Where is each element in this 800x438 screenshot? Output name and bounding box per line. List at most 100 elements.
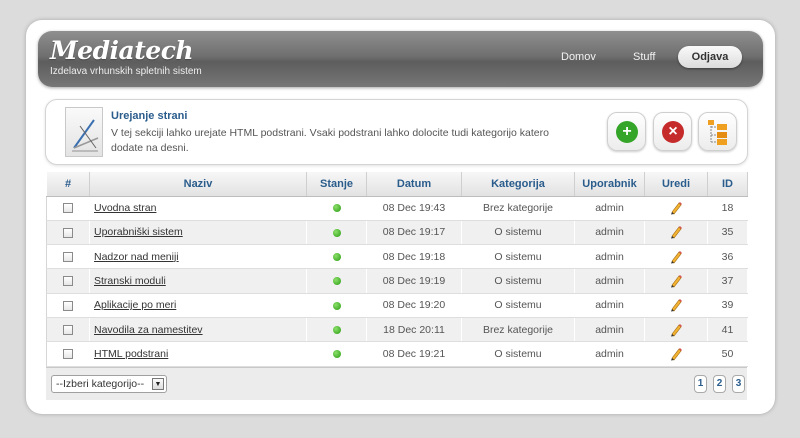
page-name-link[interactable]: Nadzor nad meniji	[94, 251, 179, 263]
row-category-cell: O sistemu	[461, 268, 575, 294]
page-1-link[interactable]: 1	[694, 375, 707, 393]
row-status-cell	[306, 196, 367, 221]
row-user-cell: admin	[574, 341, 645, 367]
row-id-cell: 39	[707, 293, 748, 318]
chevron-down-icon: ▼	[152, 378, 164, 390]
row-status-cell	[306, 317, 367, 343]
pages-table: # Naziv Stanje Datum Kategorija Uporabni…	[46, 172, 748, 400]
row-edit-cell	[644, 196, 708, 221]
table-row: HTML podstrani 08 Dec 19:21 O sistemu admin…	[46, 341, 748, 367]
col-name-header[interactable]: Naziv	[89, 172, 307, 197]
status-active-icon	[332, 204, 341, 213]
row-user-cell: admin	[574, 196, 645, 221]
row-status-cell	[306, 220, 367, 246]
table-header-row: # Naziv Stanje Datum Kategorija Uporabni…	[46, 172, 748, 197]
row-checkbox[interactable]	[63, 300, 73, 311]
logout-button[interactable]: Odjava	[678, 46, 742, 68]
info-title: Urejanje strani	[111, 110, 188, 122]
category-select[interactable]: --Izberi kategorijo-- ▼	[51, 375, 167, 393]
table-row: Stranski moduli 08 Dec 19:19 O sistemu admi…	[46, 268, 748, 294]
page-name-link[interactable]: Navodila za namestitev	[94, 324, 203, 336]
row-select-cell	[46, 244, 90, 270]
pencil-edit-icon[interactable]	[669, 298, 683, 312]
page-name-link[interactable]: Stranski moduli	[94, 275, 166, 287]
row-edit-cell	[644, 317, 708, 343]
row-date-cell: 08 Dec 19:20	[366, 293, 462, 318]
status-active-icon	[332, 350, 341, 359]
logo[interactable]: Mediatech	[50, 36, 194, 65]
row-user-cell: admin	[574, 268, 645, 294]
pencil-edit-icon[interactable]	[669, 323, 683, 337]
row-status-cell	[306, 341, 367, 367]
row-checkbox[interactable]	[63, 203, 73, 214]
info-box: Urejanje strani V tej sekciji lahko urej…	[45, 99, 748, 165]
plus-icon: +	[616, 121, 638, 143]
pencil-edit-icon[interactable]	[669, 274, 683, 288]
row-checkbox[interactable]	[63, 324, 73, 335]
tagline: Izdelava vrhunskih spletnih sistem	[50, 66, 202, 77]
page-3-link[interactable]: 3	[732, 375, 745, 393]
table-row: Aplikacije po meri 08 Dec 19:20 O sistemu a…	[46, 293, 748, 318]
col-status-header[interactable]: Stanje	[306, 172, 367, 197]
add-page-button[interactable]: +	[607, 112, 646, 151]
col-user-header[interactable]: Uporabnik	[574, 172, 645, 197]
row-id-cell: 36	[707, 244, 748, 270]
row-user-cell: admin	[574, 293, 645, 318]
row-category-cell: Brez kategorije	[461, 196, 575, 221]
row-id-cell: 35	[707, 220, 748, 246]
row-edit-cell	[644, 220, 708, 246]
col-select-header[interactable]: #	[46, 172, 90, 197]
nav-stuff-link[interactable]: Stuff	[633, 51, 655, 63]
page-2-link[interactable]: 2	[713, 375, 726, 393]
pencil-edit-icon[interactable]	[669, 201, 683, 215]
row-user-cell: admin	[574, 317, 645, 343]
row-edit-cell	[644, 244, 708, 270]
row-name-cell: Aplikacije po meri	[89, 293, 307, 318]
page-name-link[interactable]: Uvodna stran	[94, 202, 156, 214]
col-edit-header[interactable]: Uredi	[644, 172, 708, 197]
row-name-cell: Stranski moduli	[89, 268, 307, 294]
row-category-cell: O sistemu	[461, 293, 575, 318]
row-date-cell: 08 Dec 19:18	[366, 244, 462, 270]
row-category-cell: O sistemu	[461, 220, 575, 246]
table-row: Uporabniški sistem 08 Dec 19:17 O sistemu a…	[46, 220, 748, 246]
row-select-cell	[46, 220, 90, 246]
row-edit-cell	[644, 293, 708, 318]
row-status-cell	[306, 244, 367, 270]
nav-home-link[interactable]: Domov	[561, 51, 596, 63]
category-select-value: --Izberi kategorijo--	[56, 378, 145, 390]
row-date-cell: 08 Dec 19:21	[366, 341, 462, 367]
categories-button[interactable]	[698, 112, 737, 151]
page-name-link[interactable]: Aplikacije po meri	[94, 299, 176, 311]
col-id-header[interactable]: ID	[707, 172, 748, 197]
page-name-link[interactable]: HTML podstrani	[94, 348, 168, 360]
pencil-edit-icon[interactable]	[669, 250, 683, 264]
delete-page-button[interactable]: ×	[653, 112, 692, 151]
row-edit-cell	[644, 268, 708, 294]
table-footer: --Izberi kategorijo-- ▼ 1 2 3	[46, 367, 747, 400]
row-id-cell: 50	[707, 341, 748, 367]
row-checkbox[interactable]	[63, 349, 73, 360]
pencil-edit-icon[interactable]	[669, 225, 683, 239]
info-description: V tej sekciji lahko urejate HTML podstra…	[111, 127, 549, 154]
row-select-cell	[46, 268, 90, 294]
row-checkbox[interactable]	[63, 227, 73, 238]
table-row: Nadzor nad meniji 08 Dec 19:18 O sistemu ad…	[46, 244, 748, 270]
page-name-link[interactable]: Uporabniški sistem	[94, 226, 183, 238]
delete-x-icon: ×	[662, 121, 684, 143]
row-category-cell: O sistemu	[461, 341, 575, 367]
row-select-cell	[46, 317, 90, 343]
pencil-edit-icon[interactable]	[669, 347, 683, 361]
row-status-cell	[306, 268, 367, 294]
row-user-cell: admin	[574, 244, 645, 270]
col-category-header[interactable]: Kategorija	[461, 172, 575, 197]
col-date-header[interactable]: Datum	[366, 172, 462, 197]
status-active-icon	[332, 252, 341, 261]
row-id-cell: 18	[707, 196, 748, 221]
row-select-cell	[46, 196, 90, 221]
table-row: Navodila za namestitev 18 Dec 20:11 Brez k…	[46, 317, 748, 343]
category-tree-icon	[708, 120, 727, 145]
status-active-icon	[332, 325, 341, 334]
row-checkbox[interactable]	[63, 276, 73, 287]
row-checkbox[interactable]	[63, 251, 73, 262]
